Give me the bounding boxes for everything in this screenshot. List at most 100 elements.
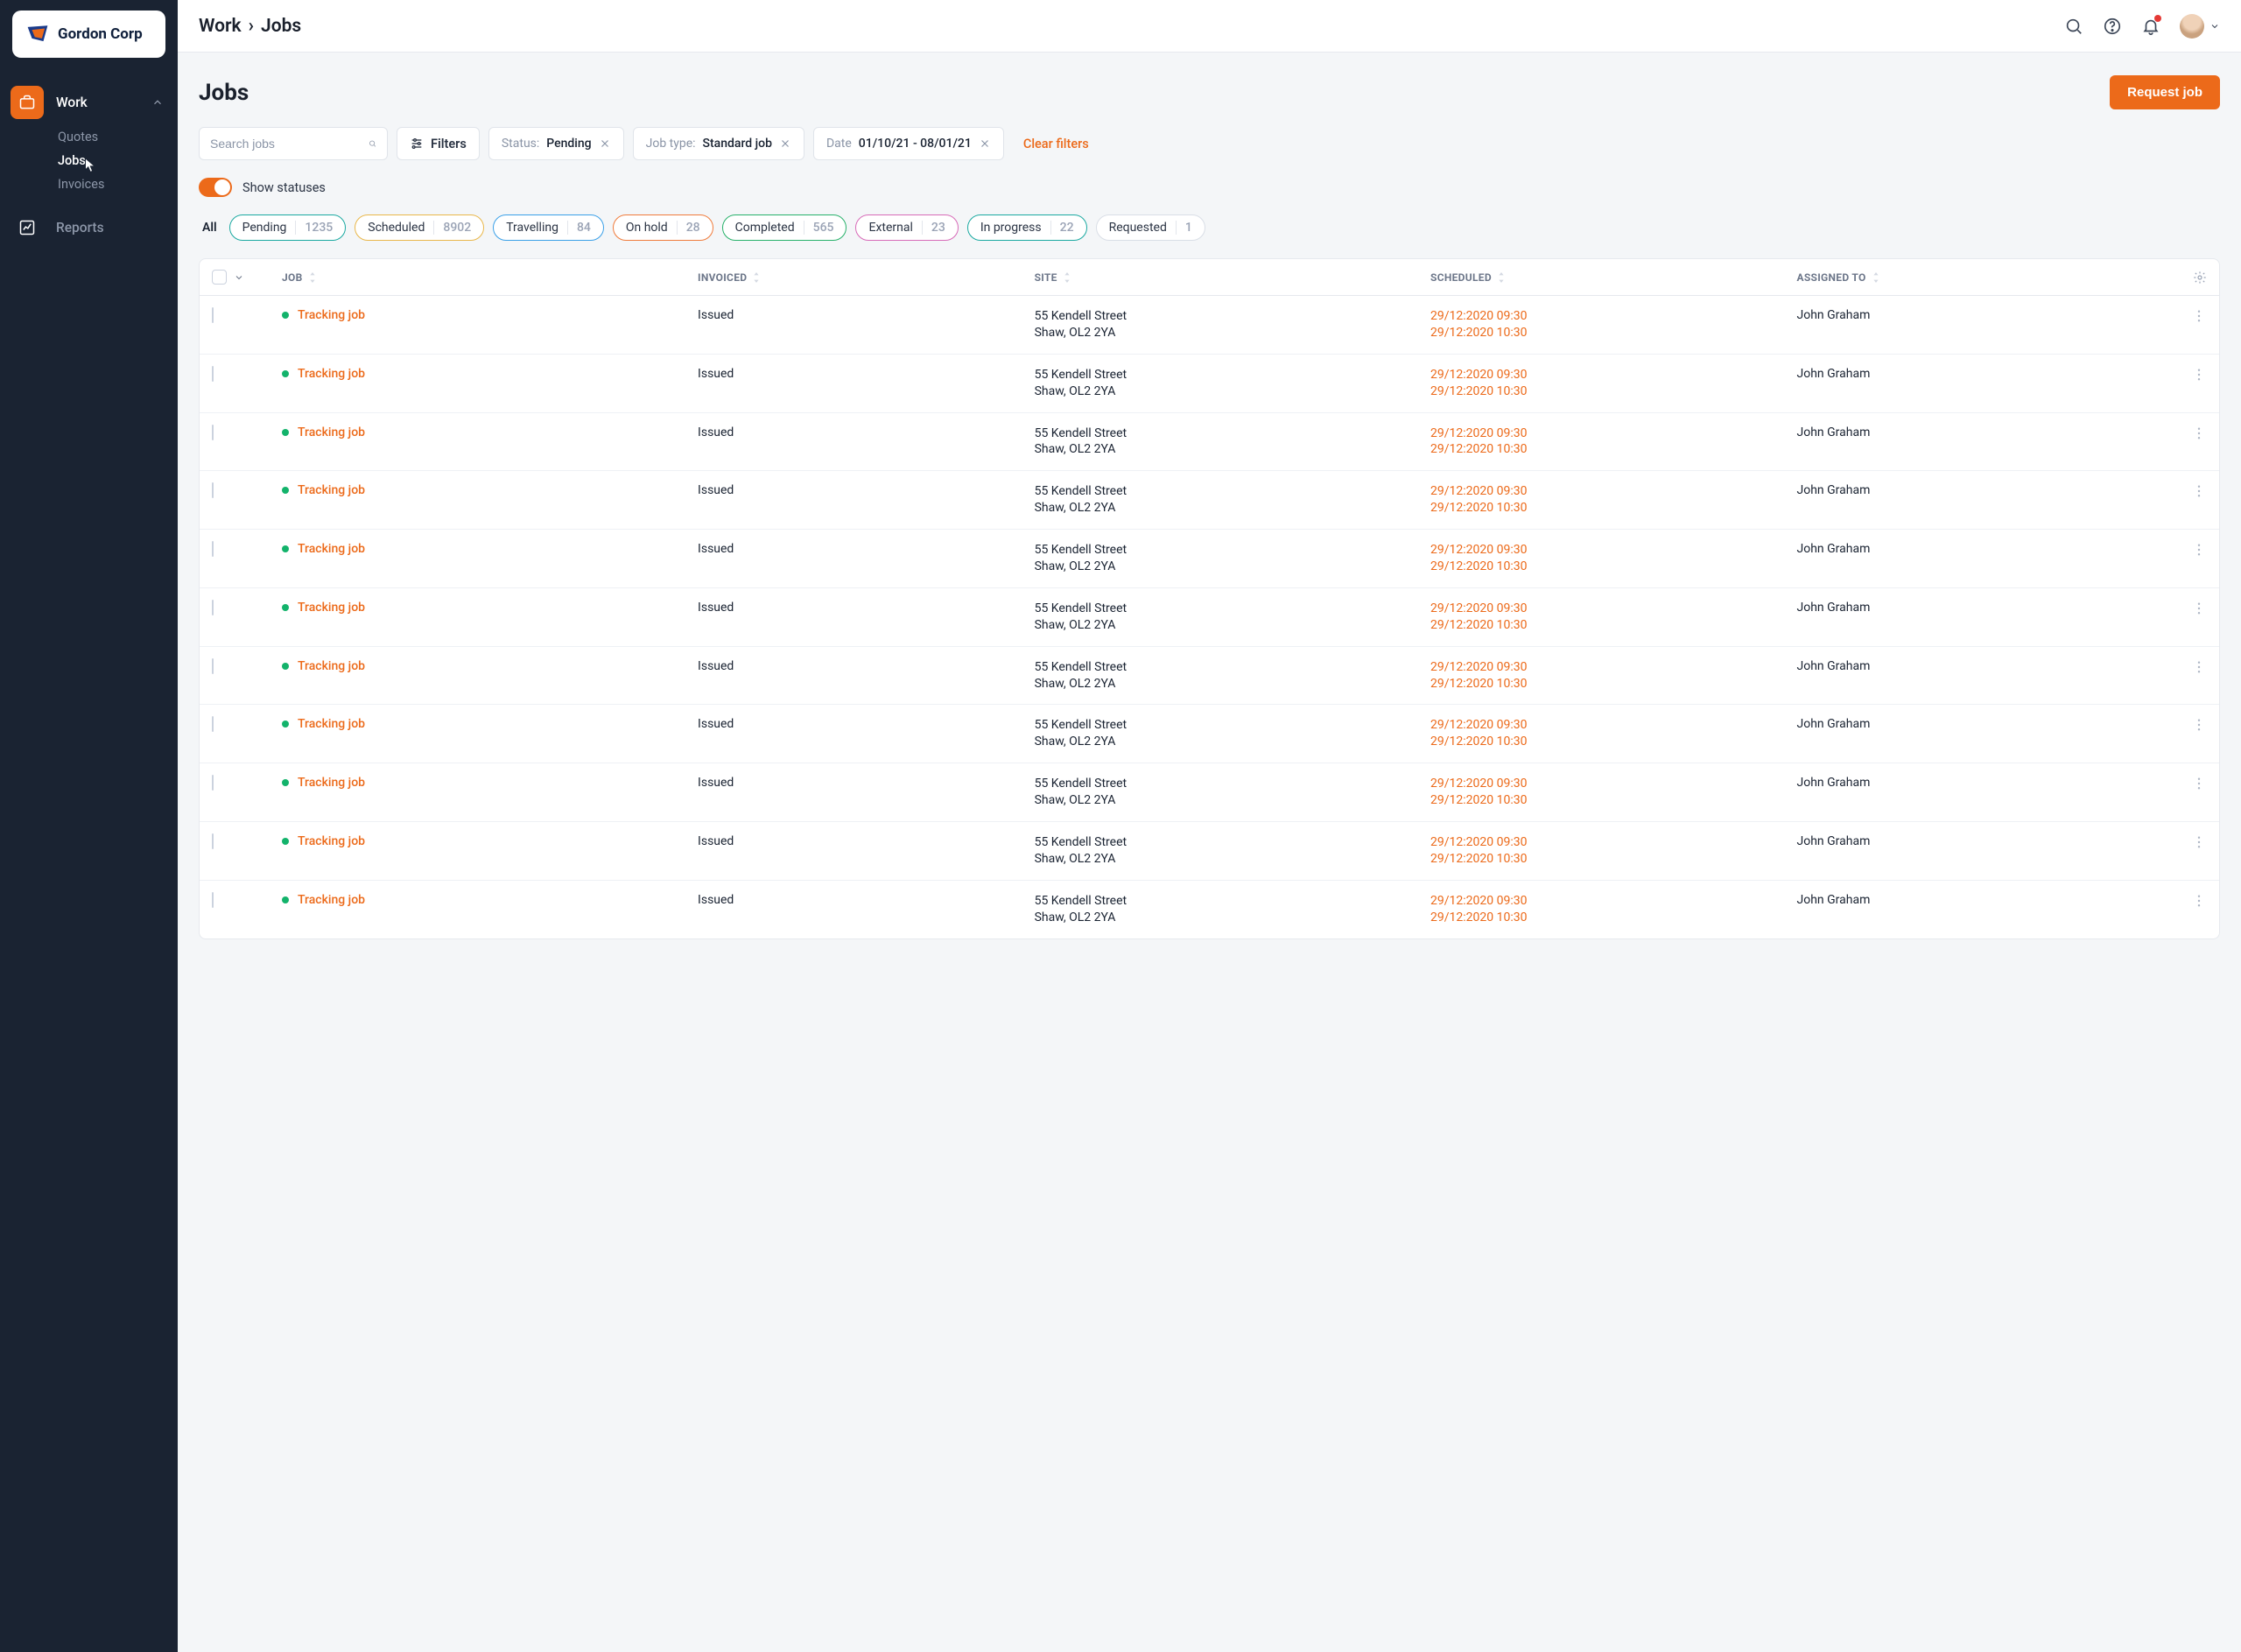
sort-icon bbox=[1063, 272, 1071, 283]
table-row: Tracking job Issued 55 Kendell StreetSha… bbox=[200, 588, 2219, 647]
request-job-button[interactable]: Request job bbox=[2110, 75, 2220, 109]
search-jobs[interactable] bbox=[199, 127, 388, 160]
gear-icon[interactable] bbox=[2193, 271, 2207, 285]
job-link[interactable]: Tracking job bbox=[298, 893, 365, 907]
more-icon[interactable] bbox=[2191, 834, 2207, 850]
more-icon[interactable] bbox=[2191, 659, 2207, 675]
row-checkbox[interactable] bbox=[212, 600, 214, 615]
sidebar-item-work[interactable]: Work bbox=[0, 77, 178, 128]
filter-jobtype-pill[interactable]: Job type: Standard job bbox=[633, 127, 804, 160]
close-icon[interactable] bbox=[979, 137, 991, 150]
status-all[interactable]: All bbox=[199, 215, 221, 240]
row-checkbox[interactable] bbox=[212, 425, 214, 440]
status-name: Travelling bbox=[506, 221, 558, 235]
sort-icon bbox=[752, 272, 761, 283]
help-icon[interactable] bbox=[2103, 17, 2122, 36]
assigned-cell: John Graham bbox=[1797, 308, 2163, 322]
more-icon[interactable] bbox=[2191, 425, 2207, 441]
job-link[interactable]: Tracking job bbox=[298, 717, 365, 731]
row-checkbox[interactable] bbox=[212, 833, 214, 849]
filter-date-pill[interactable]: Date 01/10/21 - 08/01/21 bbox=[813, 127, 1004, 160]
scheduled-cell: 29/12:2020 09:3029/12:2020 10:30 bbox=[1430, 308, 1796, 341]
cursor-icon bbox=[84, 157, 98, 174]
filter-status-pill[interactable]: Status: Pending bbox=[488, 127, 624, 160]
status-pill-requested[interactable]: Requested 1 bbox=[1096, 214, 1205, 241]
jobs-table: JOB INVOICED SITE SCHEDULED bbox=[199, 258, 2220, 939]
row-checkbox[interactable] bbox=[212, 482, 214, 498]
sidebar-item-label: Work bbox=[56, 95, 139, 110]
clear-filters-link[interactable]: Clear filters bbox=[1023, 137, 1089, 151]
scheduled-cell: 29/12:2020 09:3029/12:2020 10:30 bbox=[1430, 425, 1796, 459]
subnav-invoices[interactable]: Invoices bbox=[58, 177, 178, 192]
chevron-down-icon[interactable] bbox=[234, 272, 244, 283]
status-pill-scheduled[interactable]: Scheduled8902 bbox=[355, 214, 484, 241]
row-checkbox[interactable] bbox=[212, 307, 214, 323]
assigned-cell: John Graham bbox=[1797, 659, 2163, 673]
status-pill-completed[interactable]: Completed565 bbox=[722, 214, 847, 241]
user-menu[interactable] bbox=[2180, 14, 2220, 39]
row-checkbox[interactable] bbox=[212, 366, 214, 382]
filter-jobtype-value: Standard job bbox=[703, 137, 772, 151]
scheduled-cell: 29/12:2020 09:3029/12:2020 10:30 bbox=[1430, 542, 1796, 575]
filters-button[interactable]: Filters bbox=[397, 127, 480, 160]
invoiced-cell: Issued bbox=[698, 717, 1035, 731]
job-link[interactable]: Tracking job bbox=[298, 367, 365, 381]
brand-card[interactable]: Gordon Corp bbox=[12, 11, 165, 58]
assigned-cell: John Graham bbox=[1797, 483, 2163, 497]
status-pill-in-progress[interactable]: In progress22 bbox=[967, 214, 1087, 241]
job-link[interactable]: Tracking job bbox=[298, 834, 365, 848]
select-all-checkbox[interactable] bbox=[212, 270, 227, 285]
status-pill-external[interactable]: External23 bbox=[855, 214, 958, 241]
controls-row: Filters Status: Pending Job type: Standa… bbox=[199, 127, 2220, 160]
job-link[interactable]: Tracking job bbox=[298, 659, 365, 673]
row-checkbox[interactable] bbox=[212, 658, 214, 674]
more-icon[interactable] bbox=[2191, 893, 2207, 909]
status-pill-pending[interactable]: Pending1235 bbox=[229, 214, 347, 241]
col-invoiced[interactable]: INVOICED bbox=[698, 271, 1035, 284]
row-checkbox[interactable] bbox=[212, 716, 214, 732]
status-pill-travelling[interactable]: Travelling84 bbox=[493, 214, 604, 241]
assigned-cell: John Graham bbox=[1797, 776, 2163, 790]
job-link[interactable]: Tracking job bbox=[298, 483, 365, 497]
brand-logo-icon bbox=[26, 23, 49, 46]
col-job[interactable]: JOB bbox=[282, 271, 698, 284]
subnav-jobs[interactable]: Jobs bbox=[58, 153, 178, 168]
job-link[interactable]: Tracking job bbox=[298, 776, 365, 790]
more-icon[interactable] bbox=[2191, 367, 2207, 383]
site-cell: 55 Kendell StreetShaw, OL2 2YA bbox=[1035, 308, 1430, 341]
status-count: 23 bbox=[922, 221, 945, 235]
job-link[interactable]: Tracking job bbox=[298, 425, 365, 439]
col-assigned[interactable]: ASSIGNED TO bbox=[1797, 271, 2163, 284]
more-icon[interactable] bbox=[2191, 483, 2207, 499]
briefcase-icon bbox=[11, 86, 44, 119]
search-icon[interactable] bbox=[2064, 17, 2083, 36]
row-checkbox[interactable] bbox=[212, 775, 214, 791]
row-checkbox[interactable] bbox=[212, 541, 214, 557]
close-icon[interactable] bbox=[599, 137, 611, 150]
bell-icon[interactable] bbox=[2141, 17, 2160, 36]
more-icon[interactable] bbox=[2191, 717, 2207, 733]
row-checkbox[interactable] bbox=[212, 892, 214, 908]
subnav-quotes[interactable]: Quotes bbox=[58, 130, 178, 144]
more-icon[interactable] bbox=[2191, 601, 2207, 616]
status-count: 22 bbox=[1050, 221, 1074, 235]
show-statuses-toggle[interactable] bbox=[199, 178, 232, 197]
job-link[interactable]: Tracking job bbox=[298, 308, 365, 322]
more-icon[interactable] bbox=[2191, 542, 2207, 558]
sidebar-item-reports[interactable]: Reports bbox=[0, 202, 178, 253]
more-icon[interactable] bbox=[2191, 776, 2207, 791]
job-link[interactable]: Tracking job bbox=[298, 601, 365, 615]
job-link[interactable]: Tracking job bbox=[298, 542, 365, 556]
status-pill-on-hold[interactable]: On hold28 bbox=[613, 214, 713, 241]
col-site[interactable]: SITE bbox=[1035, 271, 1430, 284]
assigned-cell: John Graham bbox=[1797, 717, 2163, 731]
search-input[interactable] bbox=[210, 137, 369, 151]
status-dot bbox=[282, 779, 289, 786]
col-scheduled[interactable]: SCHEDULED bbox=[1430, 271, 1796, 284]
scheduled-cell: 29/12:2020 09:3029/12:2020 10:30 bbox=[1430, 834, 1796, 868]
status-name: On hold bbox=[626, 221, 668, 235]
status-name: Requested bbox=[1109, 221, 1167, 235]
status-count: 1 bbox=[1176, 221, 1192, 235]
more-icon[interactable] bbox=[2191, 308, 2207, 324]
close-icon[interactable] bbox=[779, 137, 791, 150]
